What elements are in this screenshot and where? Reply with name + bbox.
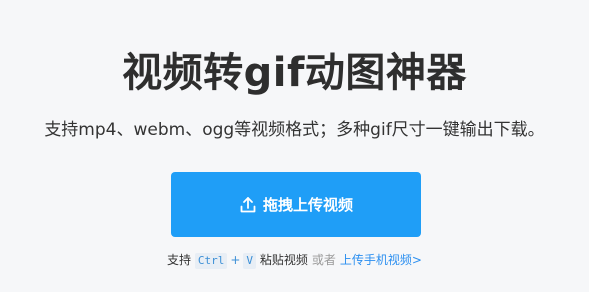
or-separator: 或者	[311, 253, 336, 267]
v-key: V	[243, 253, 257, 269]
hint-prefix: 支持	[167, 253, 192, 267]
ctrl-key: Ctrl	[194, 253, 228, 269]
paste-label: 粘贴视频	[259, 253, 308, 267]
plus-sign: +	[230, 253, 241, 267]
upload-icon	[239, 196, 257, 214]
paste-hint: 支持 Ctrl + V 粘贴视频 或者 上传手机视频>	[0, 250, 589, 270]
page-title: 视频转gif动图神器	[122, 50, 467, 96]
upload-button-label: 拖拽上传视频	[262, 196, 353, 214]
landing-page: 视频转gif动图神器 支持mp4、webm、ogg等视频格式；多种gif尺寸一键…	[0, 0, 589, 292]
upload-video-button[interactable]: 拖拽上传视频	[171, 172, 421, 237]
upload-mobile-video-link[interactable]: 上传手机视频>	[340, 253, 422, 267]
page-subtitle: 支持mp4、webm、ogg等视频格式；多种gif尺寸一键输出下载。	[44, 120, 545, 140]
